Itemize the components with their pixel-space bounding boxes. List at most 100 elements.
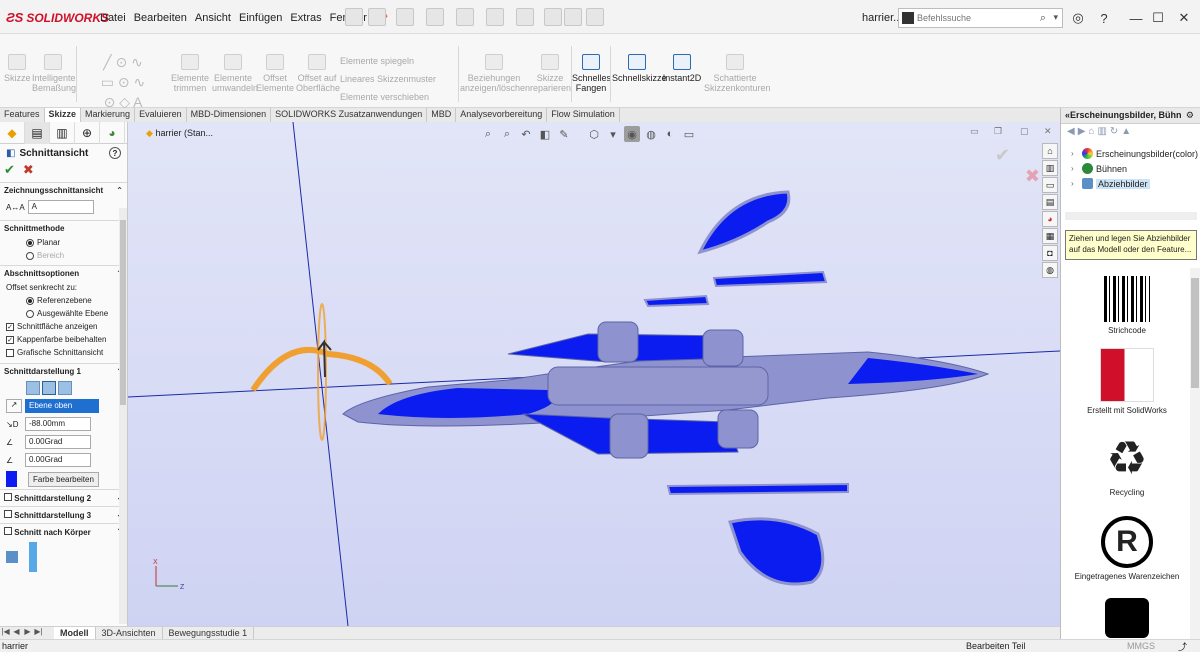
nozzle-front-bottom[interactable]: [609, 413, 649, 459]
custom-properties-icon[interactable]: ▦: [1042, 228, 1058, 244]
tab-zusatzanwendungen[interactable]: SOLIDWORKS Zusatzanwendungen: [271, 108, 428, 122]
design-library-icon[interactable]: ▥: [1042, 160, 1058, 176]
distance-input[interactable]: -88.00mm: [25, 417, 91, 431]
cmd-skizzenmuster[interactable]: Lineares Skizzenmuster: [340, 74, 436, 84]
menu-einfuegen[interactable]: Einfügen: [239, 12, 282, 25]
undo-icon[interactable]: [486, 8, 504, 26]
forward-icon[interactable]: ▶: [1078, 126, 1086, 140]
menu-ansicht[interactable]: Ansicht: [195, 12, 231, 25]
radio-ausgewaehlte-ebene[interactable]: Ausgewählte Ebene: [0, 307, 127, 320]
graphics-area[interactable]: ◆ harrier (Stan... ⌕ ⌕ ↶ ◧ ✎ ⬡ ▾ ◉ ◍ ◐ ▭…: [128, 122, 1060, 626]
up-folder-icon[interactable]: ▲: [1121, 126, 1131, 140]
menu-bearbeiten[interactable]: Bearbeiten: [134, 12, 187, 25]
nozzle-front-top[interactable]: [597, 321, 639, 363]
ok-icon[interactable]: ✔: [4, 162, 15, 178]
first-tab-icon[interactable]: |◀: [0, 627, 11, 639]
tab-evaluieren[interactable]: Evaluieren: [135, 108, 187, 122]
cancel-icon[interactable]: ✖: [23, 162, 34, 178]
maximize-icon[interactable]: ☐: [1150, 10, 1166, 26]
pm-scrollbar[interactable]: [119, 208, 127, 624]
checkbox-kappenfarbe[interactable]: ✓ Kappenfarbe beibehalten: [0, 333, 127, 346]
refresh-icon[interactable]: ↻: [1110, 126, 1118, 140]
search-icon[interactable]: ⌕: [1040, 12, 1046, 25]
tab-modell[interactable]: Modell: [54, 627, 96, 639]
menu-extras[interactable]: Extras: [290, 12, 321, 25]
section-methode[interactable]: Schnittmethode: [0, 220, 127, 236]
tree-scrollbar[interactable]: [1065, 212, 1197, 220]
solidworks-forum-icon[interactable]: ◘: [1042, 245, 1058, 261]
sketch-entities-group[interactable]: ╱ ⊙ ∿ ▭ ⊙ ∿ ⊙ ◇ A: [78, 52, 168, 112]
cmd-offset-oberflaeche[interactable]: Offset auf Oberfläche: [296, 54, 340, 93]
solidworks-resources-icon[interactable]: ⌂: [1042, 143, 1058, 159]
tab-flow-simulation[interactable]: Flow Simulation: [547, 108, 620, 122]
menu-datei[interactable]: Datei: [100, 12, 126, 25]
tab-markierung[interactable]: Markierung: [81, 108, 136, 122]
section-darstellung3[interactable]: Schnittdarstellung 3⌄: [0, 506, 127, 523]
angle1-input[interactable]: 0.00Grad: [25, 435, 91, 449]
add-to-library-icon[interactable]: ▥: [1097, 126, 1106, 140]
cmd-reparieren[interactable]: Skizze reparieren: [530, 54, 571, 93]
rebuild-icon[interactable]: [544, 8, 562, 26]
cmd-bemassung[interactable]: Intelligente Bemaßung: [32, 54, 76, 93]
tab-bewegungsstudie[interactable]: Bewegungsstudie 1: [163, 627, 255, 639]
nozzle-rear-bottom[interactable]: [717, 409, 759, 449]
cmd-skizze[interactable]: Skizze: [4, 54, 31, 83]
save-icon[interactable]: [426, 8, 444, 26]
minimize-icon[interactable]: —: [1128, 10, 1144, 26]
3dexperience-icon[interactable]: ◍: [1042, 262, 1058, 278]
home-icon[interactable]: [345, 8, 363, 26]
cmd-instant2d[interactable]: Instant2D: [662, 54, 702, 83]
wing-tip-lower[interactable]: [728, 517, 825, 586]
section-darstellung2[interactable]: Schnittdarstellung 2⌄: [0, 489, 127, 506]
tab-skizze[interactable]: Skizze: [44, 108, 82, 122]
tree-item-abziehbilder[interactable]: › Abziehbilder: [1061, 176, 1200, 191]
decal-solidworks[interactable]: Erstellt mit SolidWorks: [1065, 348, 1189, 415]
options-gear-icon[interactable]: [586, 8, 604, 26]
home-icon[interactable]: ⌂: [1088, 126, 1094, 140]
cmd-trimmen[interactable]: Elemente trimmen: [170, 54, 210, 93]
plane-front-icon[interactable]: [26, 381, 40, 395]
file-explorer-icon[interactable]: ▭: [1042, 177, 1058, 193]
cmd-schnellskizze[interactable]: Schnellskizze: [612, 54, 667, 83]
tab-mbd-dimensionen[interactable]: MBD-Dimensionen: [187, 108, 272, 122]
view-palette-icon[interactable]: ▤: [1042, 194, 1058, 210]
status-units[interactable]: MMGS: [1127, 641, 1155, 651]
property-manager-icon[interactable]: ▤: [25, 122, 50, 144]
customize-status-icon[interactable]: ⤴: [1178, 640, 1187, 652]
edit-color-button[interactable]: Farbe bearbeiten: [28, 471, 99, 487]
radio-referenzebene[interactable]: Referenzebene: [0, 294, 127, 307]
tab-analysevorbereitung[interactable]: Analysevorbereitung: [456, 108, 548, 122]
cmd-umwandeln[interactable]: Elemente umwandeln: [212, 54, 258, 93]
wing-tip-upper[interactable]: [697, 190, 791, 255]
plane-selection-field[interactable]: Ebene oben: [25, 399, 99, 413]
plane-right-icon[interactable]: [58, 381, 72, 395]
checkbox-schnittflaeche[interactable]: ✓ Schnittfläche anzeigen: [0, 320, 127, 333]
tab-features[interactable]: Features: [0, 108, 45, 122]
section-darstellung1[interactable]: Schnittdarstellung 1⌃: [0, 363, 127, 379]
select-icon[interactable]: [516, 8, 534, 26]
task-pane-scrollbar[interactable]: [1190, 268, 1200, 639]
cmd-beziehungen[interactable]: Beziehungen anzeigen/löschen: [460, 54, 530, 93]
tab-3d-ansichten[interactable]: 3D-Ansichten: [96, 627, 163, 639]
help-icon[interactable]: ?: [109, 147, 121, 159]
help-icon[interactable]: ?: [1096, 10, 1112, 26]
solidworks-logo[interactable]: ƧS SOLIDWORKS: [6, 10, 109, 25]
close-icon[interactable]: ✕: [1176, 10, 1192, 26]
task-pane-options-icon[interactable]: ⚙: [1186, 110, 1194, 121]
radio-bereich[interactable]: Bereich: [0, 249, 127, 262]
tab-mbd[interactable]: MBD: [427, 108, 457, 122]
reverse-direction-icon[interactable]: ↗: [6, 399, 22, 413]
wing-strip-left[interactable]: [643, 294, 710, 308]
tree-item-buehnen[interactable]: › Bühnen: [1061, 161, 1200, 176]
open-icon[interactable]: [396, 8, 414, 26]
tree-item-erscheinungsbilder[interactable]: › Erscheinungsbilder(color): [1061, 146, 1200, 161]
decal-strichcode[interactable]: Strichcode: [1065, 276, 1189, 335]
decal-ul[interactable]: [1065, 598, 1189, 639]
prev-tab-icon[interactable]: ◀: [11, 627, 22, 639]
next-tab-icon[interactable]: ▶: [22, 627, 33, 639]
nozzle-rear-top[interactable]: [702, 329, 744, 367]
radio-planar[interactable]: Planar: [0, 236, 127, 249]
body-list[interactable]: [29, 542, 37, 572]
dimxpert-icon[interactable]: ⊕: [75, 122, 100, 144]
cmd-offset[interactable]: Offset Elemente: [256, 54, 294, 93]
